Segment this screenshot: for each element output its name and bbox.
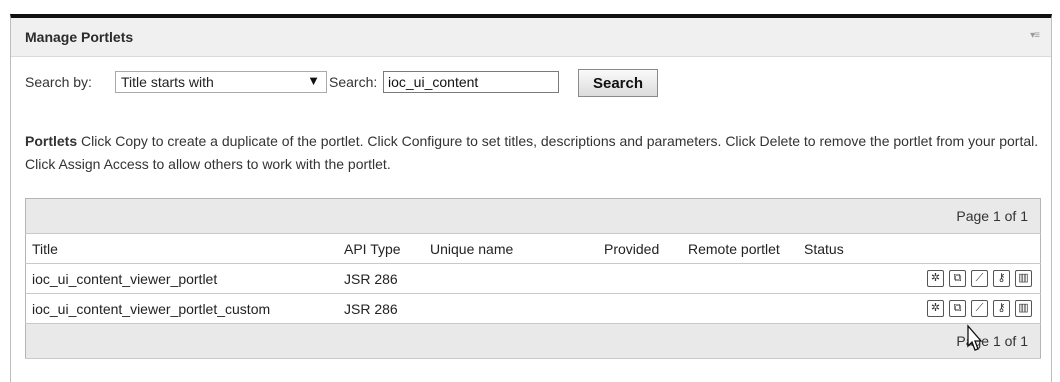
- row-status: [798, 263, 860, 294]
- delete-icon[interactable]: ▥: [1015, 300, 1032, 318]
- configure-icon[interactable]: ⟋: [971, 270, 988, 288]
- search-label: Search:: [329, 74, 378, 90]
- search-row: Search by: Title starts with ▼ Search: S…: [25, 69, 1035, 97]
- pager-top-row: Page 1 of 1: [25, 198, 1041, 234]
- description-heading: Portlets: [25, 133, 78, 149]
- pager-bottom: Page 1 of 1: [25, 323, 1041, 359]
- dropdown-arrow-icon: ▼: [307, 73, 320, 88]
- row-title: ioc_ui_content_viewer_portlet_custom: [25, 293, 338, 324]
- column-header-remote-portlet: Remote portlet: [682, 233, 798, 264]
- settings-icon[interactable]: ✲: [927, 270, 944, 288]
- table-header-row: Title API Type Unique name Provided Remo…: [25, 233, 1041, 264]
- column-header-provided: Provided: [598, 233, 682, 264]
- pager-top: Page 1 of 1: [25, 198, 1041, 234]
- panel-header: Manage Portlets ▾≡: [11, 18, 1051, 57]
- copy-icon[interactable]: ⧉: [949, 270, 966, 288]
- row-unique-name: [424, 263, 598, 294]
- configure-icon[interactable]: ⟋: [971, 300, 988, 318]
- portlets-description: Portlets Click Copy to create a duplicat…: [25, 130, 1041, 176]
- menu-toggle-icon[interactable]: ▾≡: [1030, 30, 1040, 41]
- access-icon[interactable]: ⚷: [993, 270, 1010, 288]
- search-button[interactable]: Search: [578, 69, 658, 97]
- row-actions: ✲ ⧉ ⟋ ⚷ ▥: [860, 263, 1041, 294]
- column-header-unique-name: Unique name: [424, 233, 598, 264]
- row-remote: [682, 293, 798, 324]
- row-api-type: JSR 286: [338, 293, 424, 324]
- description-text: Click Copy to create a duplicate of the …: [25, 133, 1039, 172]
- row-api-type: JSR 286: [338, 263, 424, 294]
- settings-icon[interactable]: ✲: [927, 300, 944, 318]
- delete-icon[interactable]: ▥: [1015, 270, 1032, 288]
- row-provided: [598, 263, 682, 294]
- column-header-api-type: API Type: [338, 233, 424, 264]
- row-remote: [682, 263, 798, 294]
- table-row: ioc_ui_content_viewer_portlet_custom JSR…: [25, 293, 1041, 324]
- manage-portlets-panel: Manage Portlets ▾≡ Search by: Title star…: [10, 14, 1052, 382]
- row-actions: ✲ ⧉ ⟋ ⚷ ▥: [860, 293, 1041, 324]
- row-unique-name: [424, 293, 598, 324]
- table-row: ioc_ui_content_viewer_portlet JSR 286 ✲ ⧉…: [25, 263, 1041, 294]
- row-status: [798, 293, 860, 324]
- search-by-label: Search by:: [25, 74, 92, 90]
- search-input[interactable]: [383, 71, 559, 93]
- panel-title: Manage Portlets: [25, 29, 134, 45]
- column-header-status: Status: [798, 233, 860, 264]
- column-header-title: Title: [25, 233, 338, 264]
- row-title: ioc_ui_content_viewer_portlet: [25, 263, 338, 294]
- pager-bottom-row: Page 1 of 1: [25, 323, 1041, 359]
- column-header-actions: [860, 233, 1041, 264]
- portlets-table: Page 1 of 1 Title API Type Unique name P…: [25, 198, 1041, 359]
- search-by-value: Title starts with: [121, 74, 214, 90]
- access-icon[interactable]: ⚷: [993, 300, 1010, 318]
- row-provided: [598, 293, 682, 324]
- copy-icon[interactable]: ⧉: [949, 300, 966, 318]
- search-by-select[interactable]: Title starts with ▼: [115, 71, 327, 93]
